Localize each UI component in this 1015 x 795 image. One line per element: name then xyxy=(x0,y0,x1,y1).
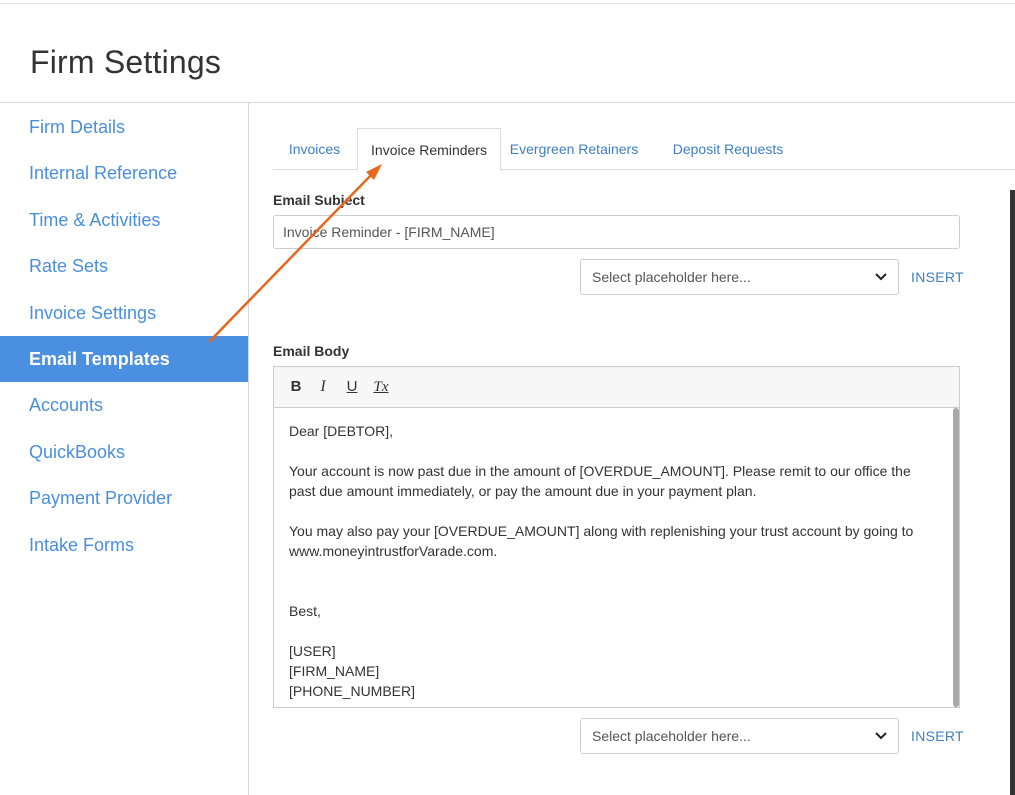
editor-scrollbar-thumb[interactable] xyxy=(953,408,959,707)
tab-invoice-reminders[interactable]: Invoice Reminders xyxy=(357,128,501,171)
sidebar-item-internal-reference[interactable]: Internal Reference xyxy=(0,150,248,196)
tab-deposit-requests[interactable]: Deposit Requests xyxy=(663,128,793,170)
page-scrollbar[interactable] xyxy=(1010,190,1015,795)
email-body-line xyxy=(289,561,938,581)
top-strip xyxy=(0,0,1015,4)
subject-placeholder-text: Select placeholder here... xyxy=(592,269,751,285)
sidebar-item-firm-details[interactable]: Firm Details xyxy=(0,104,248,150)
sidebar-item-payment-provider[interactable]: Payment Provider xyxy=(0,475,248,521)
body-placeholder-text: Select placeholder here... xyxy=(592,728,751,744)
email-body-line: [PHONE_NUMBER] xyxy=(289,683,416,699)
settings-sidebar: Firm Details Internal Reference Time & A… xyxy=(0,103,249,795)
email-body-line: [USER] xyxy=(289,643,336,659)
sidebar-item-email-templates[interactable]: Email Templates xyxy=(0,336,248,382)
page-title: Firm Settings xyxy=(30,44,222,80)
email-body-line xyxy=(289,581,938,601)
tab-invoices[interactable]: Invoices xyxy=(273,128,356,170)
template-tabs: Invoices Invoice Reminders Evergreen Ret… xyxy=(273,128,1015,171)
clear-format-button[interactable]: Tx xyxy=(369,376,393,398)
email-body-line xyxy=(289,621,938,641)
subject-insert-button[interactable]: INSERT xyxy=(911,269,964,285)
email-body-line: Best, xyxy=(289,603,321,619)
italic-button[interactable]: I xyxy=(311,376,335,398)
bold-button[interactable]: B xyxy=(284,376,308,398)
email-body-line: Dear [DEBTOR], xyxy=(289,423,393,439)
email-body-editor: B I U Tx Dear [DEBTOR], Your account is n… xyxy=(273,366,960,708)
body-placeholder-select[interactable]: Select placeholder here... xyxy=(580,718,899,754)
sidebar-item-accounts[interactable]: Accounts xyxy=(0,382,248,428)
sidebar-item-intake-forms[interactable]: Intake Forms xyxy=(0,522,248,568)
email-subject-input[interactable] xyxy=(273,215,960,249)
sidebar-item-rate-sets[interactable]: Rate Sets xyxy=(0,243,248,289)
chevron-down-icon xyxy=(875,273,887,281)
email-subject-label: Email Subject xyxy=(273,192,365,208)
subject-placeholder-select[interactable]: Select placeholder here... xyxy=(580,259,899,295)
email-body-line xyxy=(289,441,938,461)
body-insert-button[interactable]: INSERT xyxy=(911,728,964,744)
chevron-down-icon xyxy=(875,732,887,740)
email-body-label: Email Body xyxy=(273,343,350,359)
editor-toolbar: B I U Tx xyxy=(274,367,959,408)
editor-scrollbar[interactable] xyxy=(953,408,959,707)
tab-evergreen-retainers[interactable]: Evergreen Retainers xyxy=(504,128,644,170)
underline-button[interactable]: U xyxy=(340,376,364,398)
sidebar-item-time-activities[interactable]: Time & Activities xyxy=(0,197,248,243)
email-body-line xyxy=(289,501,938,521)
sidebar-item-quickbooks[interactable]: QuickBooks xyxy=(0,429,248,475)
sidebar-item-invoice-settings[interactable]: Invoice Settings xyxy=(0,290,248,336)
email-body-line: Your account is now past due in the amou… xyxy=(289,463,911,499)
email-body-line: You may also pay your [OVERDUE_AMOUNT] a… xyxy=(289,523,914,559)
email-body-textarea[interactable]: Dear [DEBTOR], Your account is now past d… xyxy=(274,408,953,707)
email-body-line: [FIRM_NAME] xyxy=(289,663,380,679)
